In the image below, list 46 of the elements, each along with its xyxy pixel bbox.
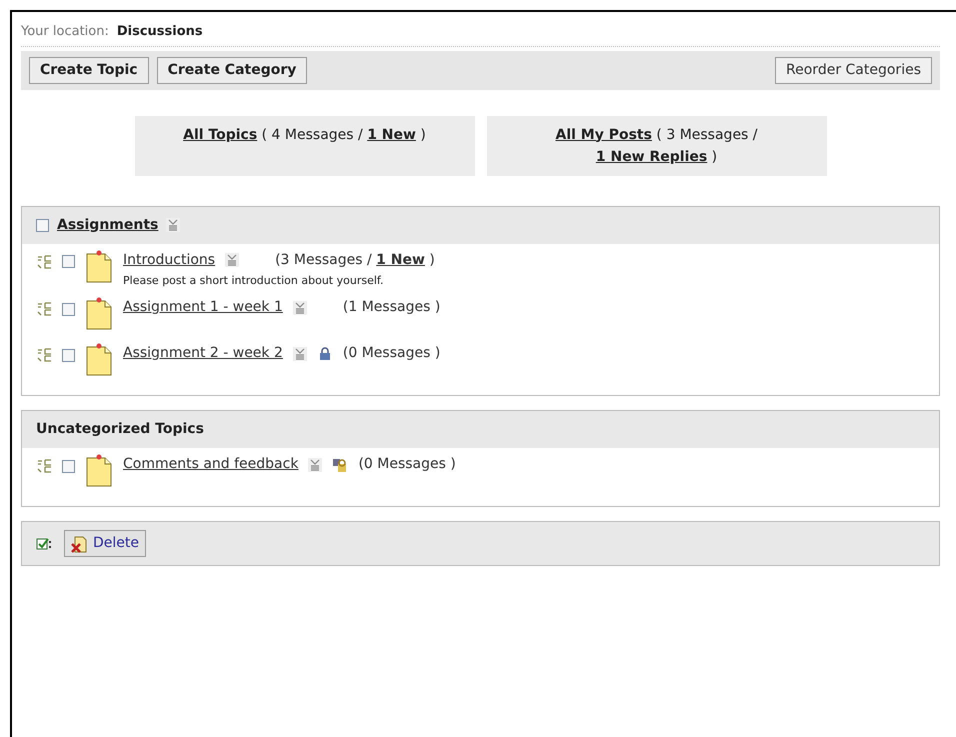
toolbar-button[interactable]: Create Topic <box>29 56 149 84</box>
new-link[interactable]: 1 New <box>376 252 425 268</box>
menu-icon[interactable] <box>308 458 322 472</box>
delete-button[interactable]: Delete <box>64 530 146 557</box>
lock-icon <box>318 346 331 360</box>
checkbox[interactable] <box>62 255 75 268</box>
toolbar-button[interactable]: Create Category <box>156 56 308 84</box>
outline-icon[interactable] <box>36 254 52 270</box>
note-icon <box>85 454 113 488</box>
topic-link[interactable]: Assignment 2 - week 2 <box>123 343 283 364</box>
topic-link[interactable]: Comments and feedback <box>123 454 298 475</box>
topic-link[interactable]: Introductions <box>123 250 216 270</box>
summary-text: All My Posts ( 3 Messages / 1 New Replies ) <box>554 126 759 166</box>
category-title: Uncategorized Topics <box>36 420 204 439</box>
category-title[interactable]: Assignments <box>57 214 158 236</box>
menu-icon[interactable] <box>166 218 180 232</box>
breadcrumb-current: Discussions <box>116 23 203 41</box>
summary-text: All Topics ( 4 Messages / 1 New ) <box>182 126 427 144</box>
message-count: (1 Messages ) <box>342 298 440 317</box>
note-icon <box>85 297 113 331</box>
outline-icon[interactable] <box>36 301 52 317</box>
summary-link[interactable]: All My Posts <box>555 126 652 142</box>
message-count: (0 Messages ) <box>358 455 456 474</box>
menu-icon[interactable] <box>292 346 307 360</box>
delete-icon <box>71 534 87 552</box>
checkbox-icon <box>36 536 52 550</box>
note-icon <box>85 343 113 377</box>
outline-icon[interactable] <box>36 347 52 363</box>
message-count: (3 Messages / 1 New ) <box>275 250 435 270</box>
reorder-button[interactable]: Reorder Categories <box>775 56 932 84</box>
checkbox[interactable] <box>62 460 75 472</box>
topic-description: Please post a short introduction about yourself. <box>123 272 384 288</box>
menu-icon[interactable] <box>225 253 240 267</box>
checkbox[interactable] <box>62 302 75 316</box>
summary-link[interactable]: All Topics <box>183 126 258 142</box>
new-link[interactable]: 1 New <box>367 126 416 142</box>
checkbox[interactable] <box>36 218 49 232</box>
note-icon <box>85 250 113 284</box>
new-link[interactable]: 1 New Replies <box>596 148 708 164</box>
keys-icon <box>332 456 348 472</box>
outline-icon[interactable] <box>36 458 52 474</box>
topic-link[interactable]: Assignment 1 - week 1 <box>123 297 283 318</box>
menu-icon[interactable] <box>292 300 307 314</box>
message-count: (0 Messages ) <box>342 344 440 363</box>
checkbox[interactable] <box>62 348 75 362</box>
breadcrumb-label: Your location: <box>21 23 109 41</box>
